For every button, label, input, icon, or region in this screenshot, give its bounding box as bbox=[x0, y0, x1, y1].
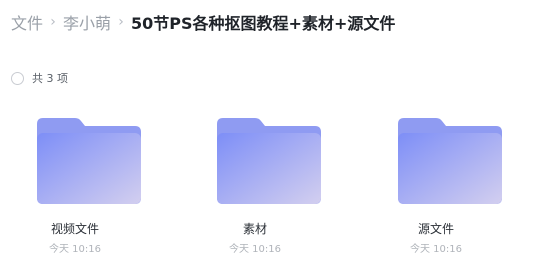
folder-item-source-files[interactable]: 源文件 今天 10:16 bbox=[361, 116, 511, 266]
breadcrumb-item-files[interactable]: 文件 bbox=[11, 10, 43, 34]
breadcrumb-separator-icon: › bbox=[50, 14, 56, 30]
file-modified-time: 今天 10:16 bbox=[49, 244, 101, 255]
breadcrumb: 文件 › 李小萌 › 50节PS各种抠图教程+素材+源文件 bbox=[11, 10, 395, 34]
folder-icon bbox=[217, 118, 321, 204]
breadcrumb-item-user-folder[interactable]: 李小萌 bbox=[63, 10, 111, 34]
file-name: 源文件 bbox=[417, 222, 454, 236]
selection-summary: 共 3 项 bbox=[11, 70, 68, 86]
item-count-label: 共 3 项 bbox=[32, 72, 68, 85]
folder-icon bbox=[398, 118, 502, 204]
folder-item-materials[interactable]: 素材 今天 10:16 bbox=[180, 116, 330, 266]
file-modified-time: 今天 10:16 bbox=[229, 244, 281, 255]
page-title: 50节PS各种抠图教程+素材+源文件 bbox=[131, 14, 396, 33]
breadcrumb-separator-icon: › bbox=[118, 14, 124, 30]
file-name: 素材 bbox=[242, 222, 267, 236]
folder-icon bbox=[37, 118, 141, 204]
select-all-checkbox[interactable] bbox=[11, 71, 24, 85]
folder-item-videos[interactable]: 视频文件 今天 10:16 bbox=[0, 116, 150, 266]
file-name: 视频文件 bbox=[50, 222, 99, 236]
file-modified-time: 今天 10:16 bbox=[410, 244, 462, 255]
